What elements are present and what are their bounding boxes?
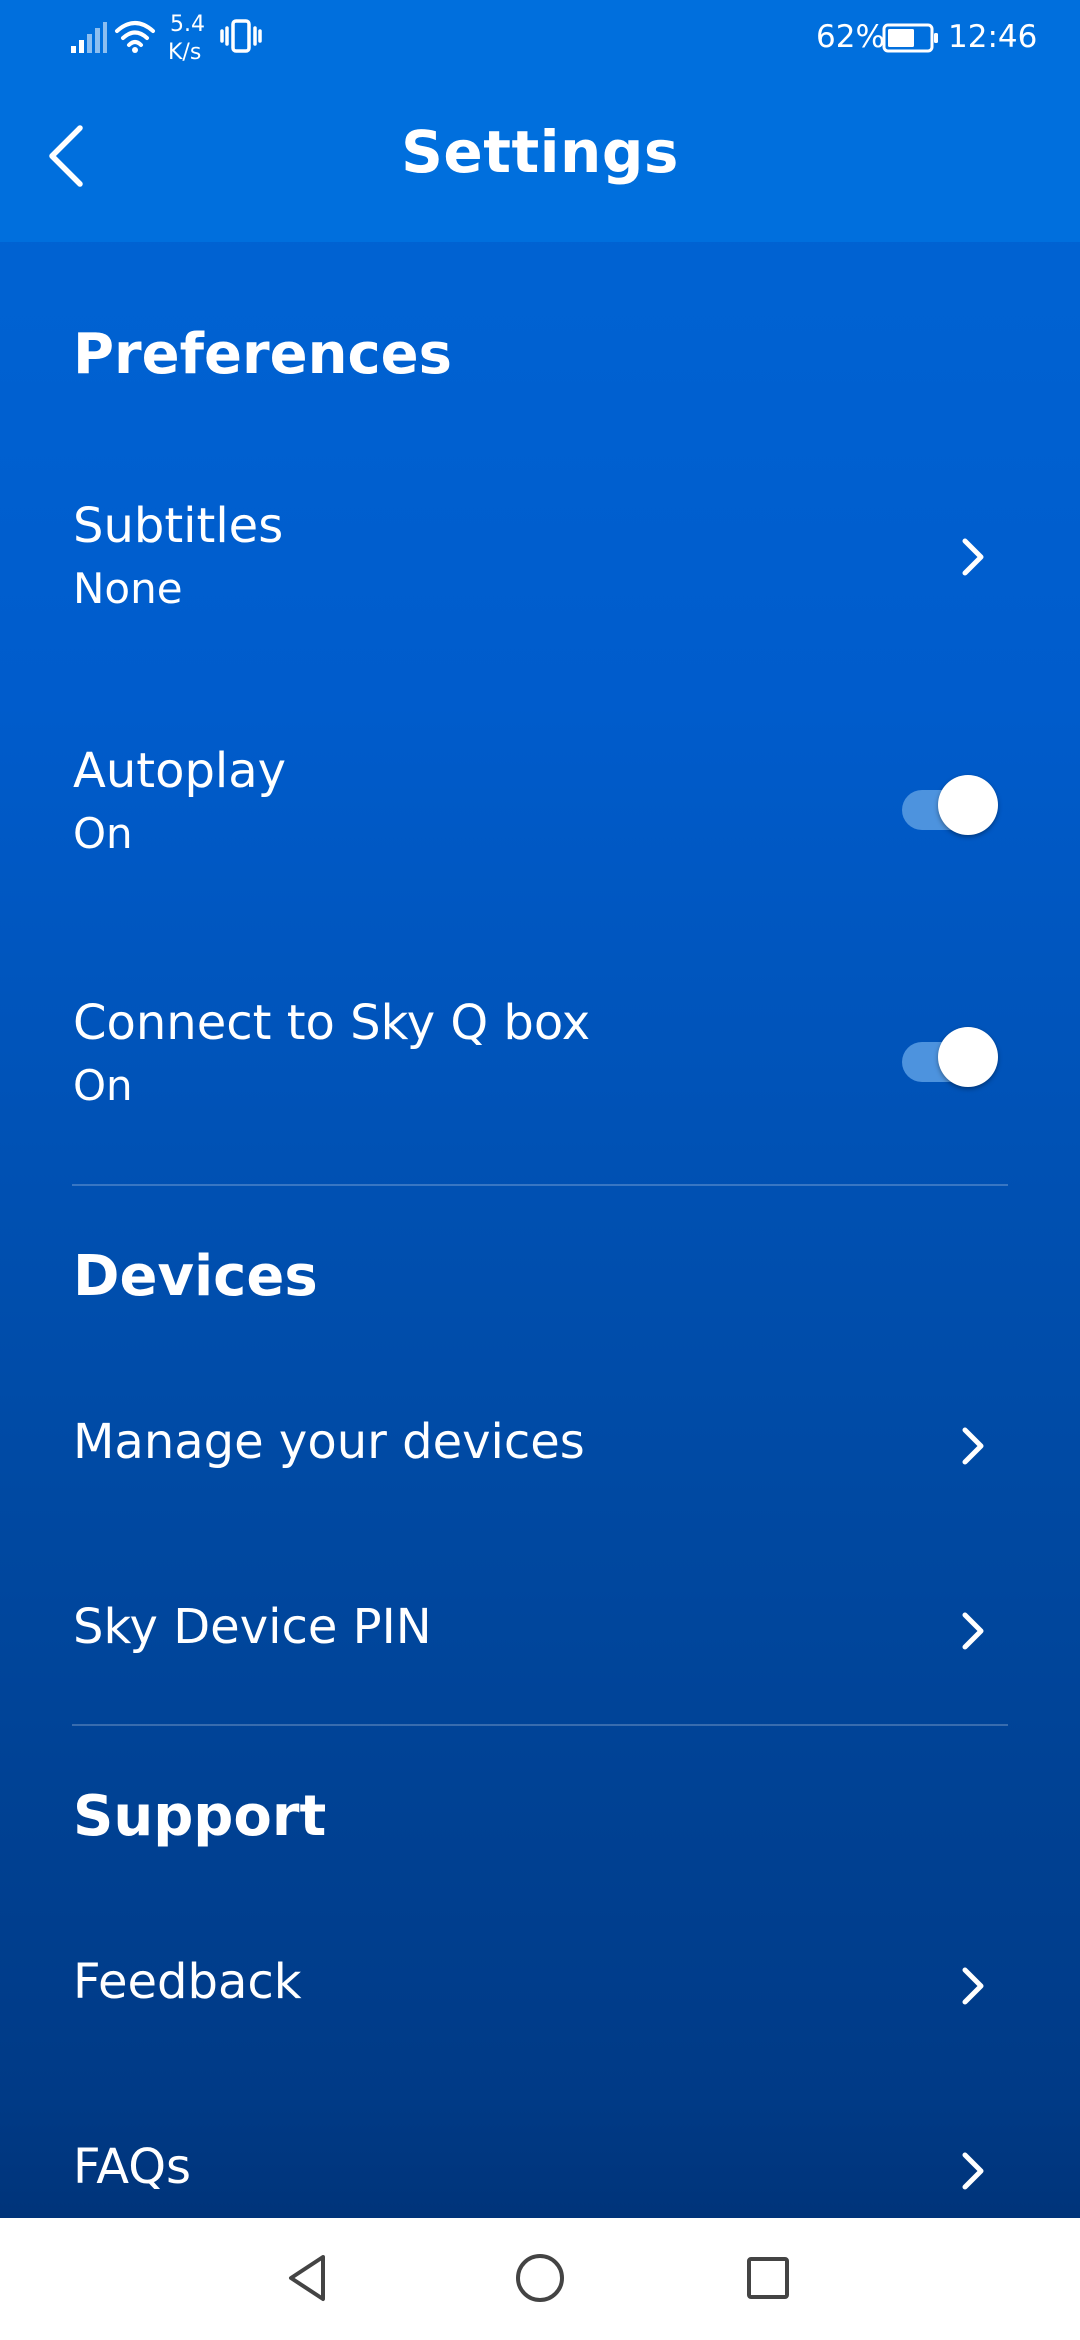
toggle-thumb — [938, 1027, 998, 1087]
vibrate-icon — [220, 18, 262, 58]
settings-row-manage-devices[interactable]: Manage your devices — [0, 1380, 1080, 1510]
section-header-preferences: Preferences — [73, 322, 452, 387]
settings-row-subtitles[interactable]: Subtitles None — [0, 480, 1080, 640]
settings-screen: 5.4 K/s 62% 12:46 Settings Preferences S… — [0, 0, 1080, 2340]
page-title: Settings — [401, 118, 679, 186]
nav-home-button[interactable] — [502, 2242, 578, 2318]
row-title: Sky Device PIN — [73, 1599, 432, 1655]
home-circle-icon — [513, 2251, 567, 2309]
battery-icon — [882, 22, 940, 58]
row-title: Connect to Sky Q box — [73, 995, 591, 1051]
settings-row-autoplay: Autoplay On — [0, 725, 1080, 885]
row-title: Subtitles — [73, 498, 284, 554]
settings-row-feedback[interactable]: Feedback — [0, 1920, 1080, 2050]
section-divider — [72, 1184, 1008, 1186]
row-title: FAQs — [73, 2139, 191, 2195]
settings-row-sky-device-pin[interactable]: Sky Device PIN — [0, 1565, 1080, 1695]
section-header-devices: Devices — [73, 1244, 318, 1309]
chevron-right-icon — [950, 1424, 994, 1468]
row-value: On — [73, 809, 133, 858]
chevron-right-icon — [950, 1964, 994, 2008]
status-bar: 5.4 K/s 62% 12:46 — [0, 0, 1080, 78]
settings-row-connect-sky-q: Connect to Sky Q box On — [0, 977, 1080, 1137]
toggle-thumb — [938, 775, 998, 835]
section-header-support: Support — [73, 1784, 327, 1849]
nav-back-button[interactable] — [270, 2242, 346, 2318]
wifi-icon — [114, 18, 156, 58]
chevron-right-icon — [950, 535, 994, 579]
recents-square-icon — [741, 2251, 795, 2309]
signal-icon — [70, 20, 108, 58]
row-title: Feedback — [73, 1954, 302, 2010]
row-title: Autoplay — [73, 743, 287, 799]
battery-percent: 62% — [816, 19, 885, 55]
autoplay-toggle[interactable] — [900, 775, 1000, 835]
row-value: On — [73, 1061, 133, 1110]
chevron-right-icon — [950, 2149, 994, 2193]
back-triangle-icon — [281, 2251, 335, 2309]
app-header: Settings — [0, 78, 1080, 242]
clock: 12:46 — [948, 19, 1038, 55]
nav-recents-button[interactable] — [730, 2242, 806, 2318]
row-title: Manage your devices — [73, 1414, 585, 1470]
settings-row-faqs[interactable]: FAQs — [0, 2105, 1080, 2218]
sky-q-toggle[interactable] — [900, 1027, 1000, 1087]
row-value: None — [73, 564, 183, 613]
network-speed-value: 5.4 — [170, 12, 205, 37]
system-nav-bar — [0, 2218, 1080, 2340]
chevron-right-icon — [950, 1609, 994, 1653]
network-speed-unit: K/s — [168, 40, 202, 65]
section-divider — [72, 1724, 1008, 1726]
